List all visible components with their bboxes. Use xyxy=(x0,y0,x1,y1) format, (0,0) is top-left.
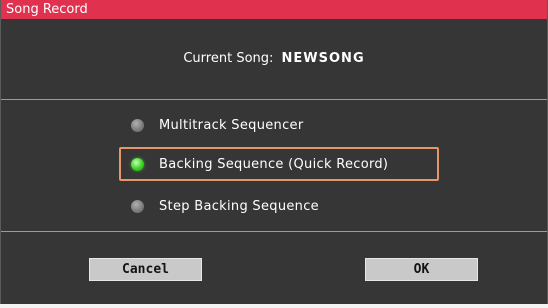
radio-button-selected[interactable] xyxy=(131,157,144,171)
option-label: Multitrack Sequencer xyxy=(159,117,304,133)
current-song-label: Current Song: xyxy=(183,51,274,66)
option-step-backing-sequence[interactable]: Step Backing Sequence xyxy=(131,196,319,216)
top-divider xyxy=(1,99,547,100)
title-bar: Song Record xyxy=(1,0,547,19)
bottom-divider xyxy=(1,231,547,232)
dialog-title: Song Record xyxy=(6,2,88,17)
option-label: Backing Sequence (Quick Record) xyxy=(159,156,389,172)
option-multitrack-sequencer[interactable]: Multitrack Sequencer xyxy=(131,115,303,135)
current-song-row: Current Song: NEWSONG xyxy=(1,50,547,68)
radio-button[interactable] xyxy=(131,118,144,132)
ok-button[interactable]: OK xyxy=(365,258,478,281)
radio-button[interactable] xyxy=(131,199,144,213)
option-label: Step Backing Sequence xyxy=(159,198,319,214)
current-song-name: NEWSONG xyxy=(281,51,365,66)
song-record-dialog: Song Record Current Song: NEWSONG Multit… xyxy=(0,0,548,304)
option-backing-sequence[interactable]: Backing Sequence (Quick Record) xyxy=(131,154,388,174)
cancel-button[interactable]: Cancel xyxy=(89,258,202,281)
